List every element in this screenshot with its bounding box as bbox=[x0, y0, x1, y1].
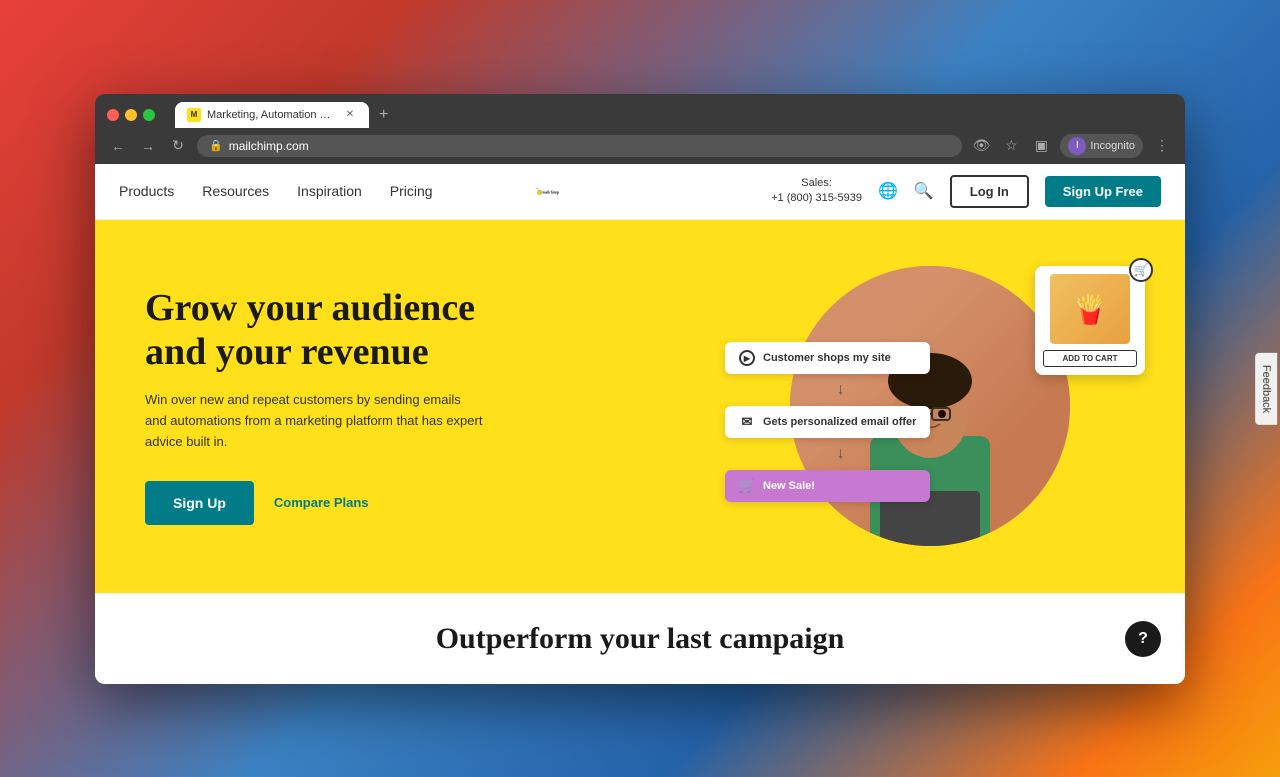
mailchimp-logo-svg: intuit mailchimp bbox=[535, 175, 567, 207]
profile-label: Incognito bbox=[1090, 140, 1135, 152]
flow-step-3: 🛒 New Sale! bbox=[725, 470, 930, 502]
hero-subtitle: Win over new and repeat customers by sen… bbox=[145, 390, 485, 452]
automation-flow: ▶ Customer shops my site ↓ ✉ Gets person… bbox=[725, 342, 930, 502]
tab-favicon-icon: M bbox=[187, 108, 201, 122]
lock-icon: 🔒 bbox=[209, 139, 223, 152]
toolbar-right: 👁 ☆ ▣ I Incognito ⋮ bbox=[970, 134, 1173, 158]
nav-resources[interactable]: Resources bbox=[202, 183, 269, 199]
tabs-bar: M Marketing, Automation & Emai... ✕ + bbox=[175, 102, 396, 128]
sales-label: Sales: bbox=[771, 176, 862, 191]
feedback-tab[interactable]: Feedback bbox=[1255, 352, 1277, 424]
nav-inspiration[interactable]: Inspiration bbox=[297, 183, 362, 199]
search-icon[interactable]: 🔍 bbox=[914, 181, 934, 201]
tab-title: Marketing, Automation & Emai... bbox=[207, 109, 337, 121]
flow-step-2: ✉ Gets personalized email offer bbox=[725, 406, 930, 438]
nav-products[interactable]: Products bbox=[119, 183, 174, 199]
close-button[interactable] bbox=[107, 109, 119, 121]
avatar: I bbox=[1068, 137, 1086, 155]
page-content: Products Resources Inspiration Pricing i… bbox=[95, 164, 1185, 684]
globe-icon[interactable]: 🌐 bbox=[878, 181, 898, 201]
nav-pricing[interactable]: Pricing bbox=[390, 183, 433, 199]
login-button[interactable]: Log In bbox=[950, 175, 1029, 208]
hero-signup-button[interactable]: Sign Up bbox=[145, 481, 254, 525]
sidebar-icon[interactable]: ▣ bbox=[1030, 135, 1052, 157]
maximize-button[interactable] bbox=[143, 109, 155, 121]
back-button[interactable]: ← bbox=[107, 135, 129, 157]
signup-free-button[interactable]: Sign Up Free bbox=[1045, 176, 1161, 207]
product-card: 🛒 🍟 ADD TO CART bbox=[1035, 266, 1145, 375]
outperform-title: Outperform your last campaign bbox=[436, 622, 845, 656]
outperform-section: Outperform your last campaign ? bbox=[95, 593, 1185, 684]
minimize-button[interactable] bbox=[125, 109, 137, 121]
hero-content: Grow your audience and your revenue Win … bbox=[145, 287, 545, 525]
nav-right-section: Sales: +1 (800) 315-5939 🌐 🔍 Log In Sign… bbox=[771, 175, 1161, 208]
site-logo[interactable]: intuit mailchimp bbox=[535, 175, 567, 207]
profile-button[interactable]: I Incognito bbox=[1060, 134, 1143, 158]
flow-step-2-label: Gets personalized email offer bbox=[763, 416, 916, 428]
play-icon: ▶ bbox=[739, 350, 755, 366]
more-options-icon[interactable]: ⋮ bbox=[1151, 135, 1173, 157]
email-icon: ✉ bbox=[739, 414, 755, 430]
hero-visual: ▶ Customer shops my site ↓ ✉ Gets person… bbox=[705, 246, 1155, 566]
browser-window: M Marketing, Automation & Emai... ✕ + ← … bbox=[95, 94, 1185, 684]
active-tab[interactable]: M Marketing, Automation & Emai... ✕ bbox=[175, 102, 369, 128]
tab-close-icon[interactable]: ✕ bbox=[343, 108, 357, 122]
new-tab-button[interactable]: + bbox=[371, 102, 396, 128]
compare-plans-link[interactable]: Compare Plans bbox=[274, 495, 369, 510]
sales-info: Sales: +1 (800) 315-5939 bbox=[771, 176, 862, 207]
sales-phone: +1 (800) 315-5939 bbox=[771, 191, 862, 206]
hero-title: Grow your audience and your revenue bbox=[145, 287, 545, 374]
address-bar[interactable]: 🔒 mailchimp.com bbox=[197, 135, 962, 157]
add-to-cart-button[interactable]: ADD TO CART bbox=[1043, 350, 1137, 367]
browser-chrome: M Marketing, Automation & Emai... ✕ + ← … bbox=[95, 94, 1185, 164]
flow-arrow-1: ↓ bbox=[751, 384, 930, 396]
cart-icon: 🛒 bbox=[739, 478, 755, 494]
url-display: mailchimp.com bbox=[229, 139, 309, 153]
forward-button[interactable]: → bbox=[137, 135, 159, 157]
cart-badge-icon: 🛒 bbox=[1129, 258, 1153, 282]
browser-toolbar: ← → ↻ 🔒 mailchimp.com 👁 ☆ ▣ I Incognito … bbox=[95, 128, 1185, 164]
traffic-lights bbox=[107, 109, 155, 121]
help-button[interactable]: ? bbox=[1125, 621, 1161, 657]
svg-text:mailchimp: mailchimp bbox=[542, 191, 559, 195]
reload-button[interactable]: ↻ bbox=[167, 135, 189, 157]
svg-text:intuit: intuit bbox=[535, 187, 539, 190]
eye-off-icon: 👁 bbox=[970, 135, 992, 157]
flow-step-1-label: Customer shops my site bbox=[763, 352, 891, 364]
bookmark-star-icon[interactable]: ☆ bbox=[1000, 135, 1022, 157]
hero-section: Grow your audience and your revenue Win … bbox=[95, 220, 1185, 593]
product-image: 🍟 bbox=[1050, 274, 1130, 344]
browser-titlebar: M Marketing, Automation & Emai... ✕ + bbox=[95, 94, 1185, 128]
site-navigation: Products Resources Inspiration Pricing i… bbox=[95, 164, 1185, 220]
flow-step-3-label: New Sale! bbox=[763, 480, 815, 492]
nav-links: Products Resources Inspiration Pricing bbox=[119, 183, 433, 199]
flow-arrow-2: ↓ bbox=[751, 448, 930, 460]
hero-buttons: Sign Up Compare Plans bbox=[145, 481, 545, 525]
flow-step-1: ▶ Customer shops my site bbox=[725, 342, 930, 374]
